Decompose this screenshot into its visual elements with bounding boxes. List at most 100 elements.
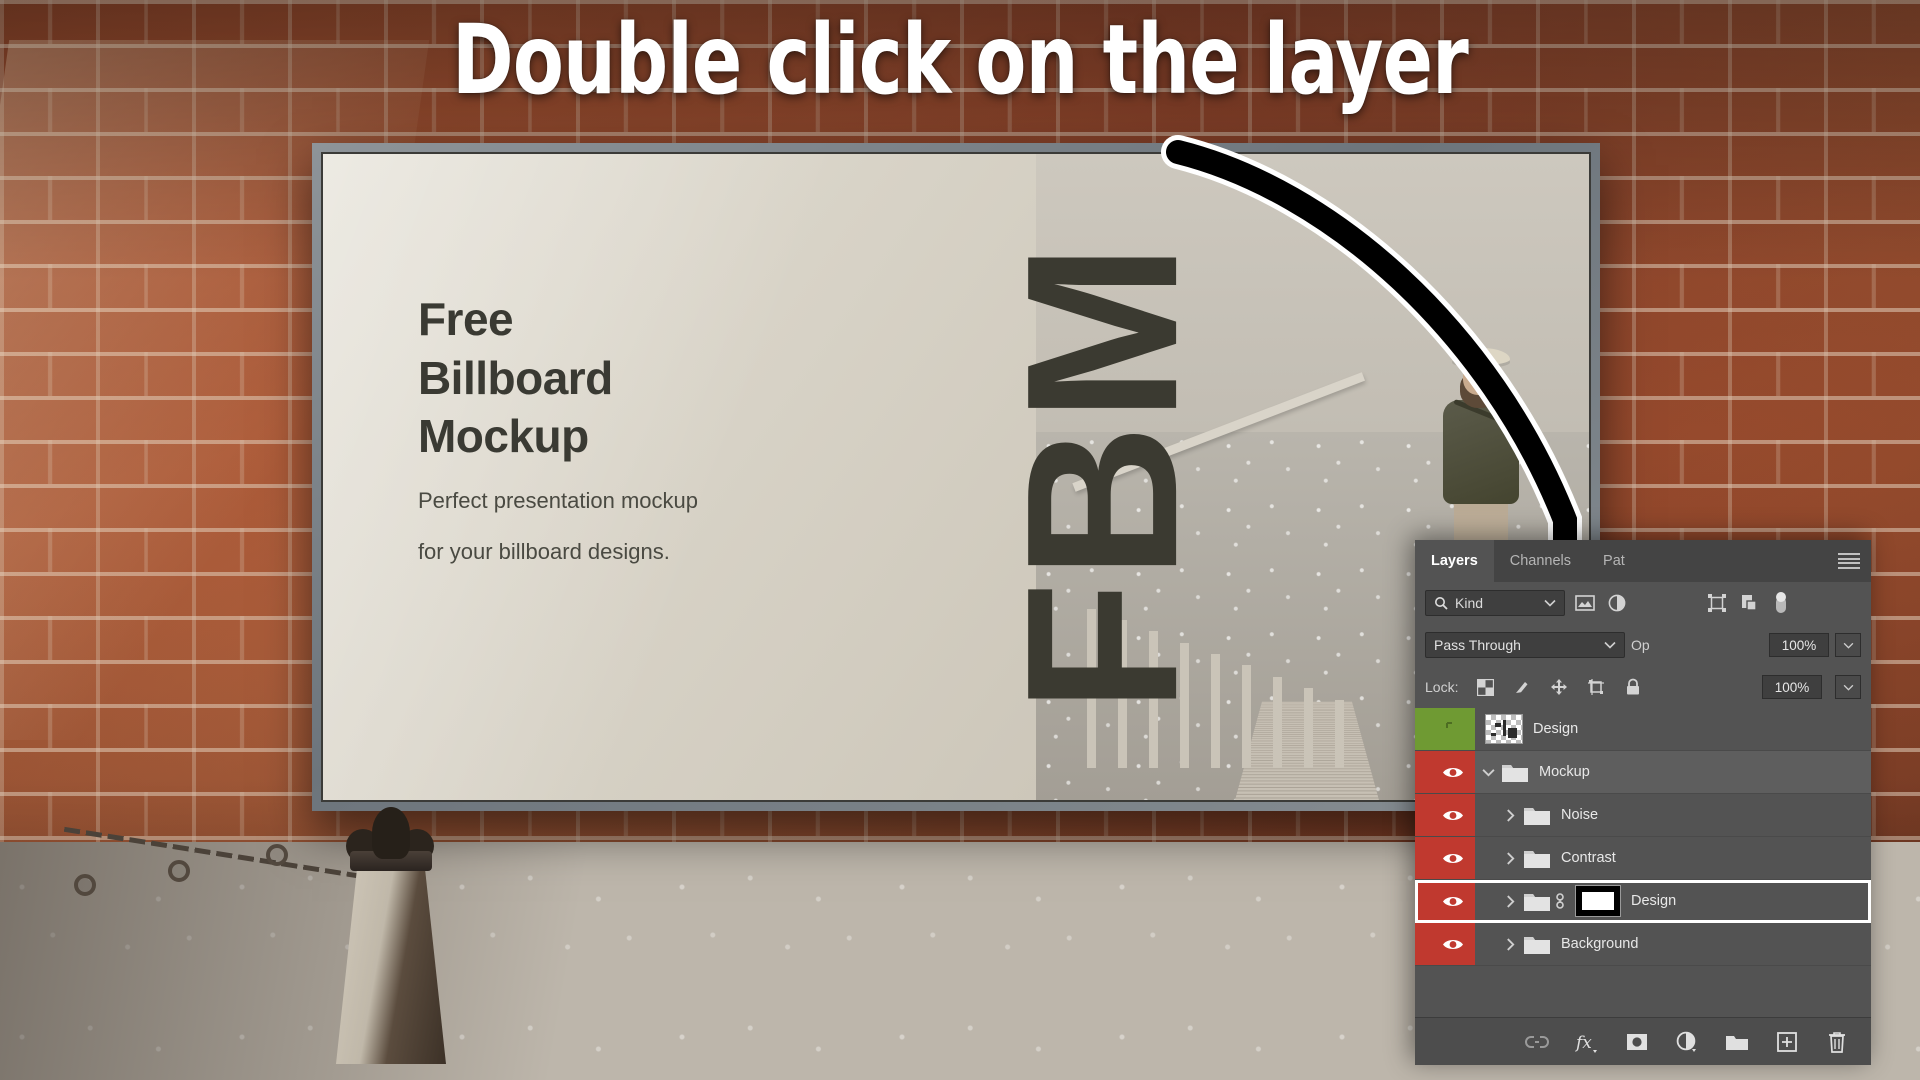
- new-layer-icon[interactable]: [1775, 1030, 1799, 1054]
- layer-row-background[interactable]: Background: [1415, 923, 1871, 966]
- fill-stepper-chevron-down-icon[interactable]: [1835, 675, 1861, 699]
- person-hat: [1452, 347, 1511, 365]
- tab-channels[interactable]: Channels: [1493, 540, 1588, 582]
- blend-mode-value: Pass Through: [1434, 637, 1521, 653]
- delete-layer-icon[interactable]: [1825, 1030, 1849, 1054]
- folder-icon[interactable]: [1523, 804, 1551, 826]
- smart-object-filter-icon[interactable]: [1737, 592, 1761, 614]
- railing-post: [1272, 676, 1282, 768]
- billboard-monogram: FBM: [980, 241, 1222, 713]
- hamburger-menu-icon[interactable]: [1838, 553, 1860, 569]
- layer-thumbnail-checkerboard[interactable]: [1485, 714, 1523, 744]
- billboard-subtext-line-1: Perfect presentation mockup: [417, 488, 698, 514]
- lock-image-pixels-icon[interactable]: [1510, 676, 1534, 698]
- chain-ring: [168, 860, 190, 882]
- layer-style-fx-icon[interactable]: fx: [1575, 1030, 1599, 1054]
- blend-mode-select[interactable]: Pass Through: [1425, 632, 1625, 658]
- annotation-headline: Double click on the layer: [452, 4, 1469, 116]
- layer-name: Mockup: [1539, 764, 1590, 780]
- opacity-value[interactable]: 100%: [1769, 633, 1829, 657]
- link-layers-icon[interactable]: [1525, 1030, 1549, 1054]
- new-adjustment-layer-icon[interactable]: [1675, 1030, 1699, 1054]
- shape-layer-filter-icon[interactable]: [1705, 592, 1729, 614]
- group-disclosure-collapsed-icon[interactable]: [1497, 937, 1523, 951]
- layer-color-label[interactable]: [1415, 794, 1431, 836]
- billboard-heading-line-1: Free: [417, 292, 514, 345]
- layer-visibility-toggle[interactable]: [1431, 794, 1475, 836]
- fill-value[interactable]: 100%: [1762, 675, 1822, 699]
- filter-toggle-switch-icon[interactable]: [1769, 592, 1793, 614]
- layer-color-label[interactable]: [1415, 923, 1431, 965]
- layer-visibility-toggle[interactable]: [1431, 751, 1475, 793]
- group-disclosure-expanded-icon[interactable]: [1475, 768, 1501, 777]
- layer-visibility-toggle[interactable]: [1431, 708, 1475, 750]
- new-group-icon[interactable]: [1725, 1030, 1749, 1054]
- bollard-body: [336, 839, 446, 1064]
- lock-position-icon[interactable]: [1547, 676, 1571, 698]
- filter-kind-select[interactable]: Kind: [1425, 590, 1565, 616]
- tab-paths[interactable]: Pat: [1587, 540, 1641, 582]
- folder-icon[interactable]: [1501, 761, 1529, 783]
- billboard-inner: FBM Free Billboard Mockup Perfect presen…: [321, 152, 1591, 802]
- tab-layers[interactable]: Layers: [1415, 540, 1494, 582]
- folder-icon[interactable]: [1523, 890, 1551, 912]
- link-icon[interactable]: [1551, 891, 1569, 911]
- layer-list[interactable]: Design Mockup Noise Contrast Design Back…: [1415, 708, 1871, 966]
- layer-row-design-top[interactable]: Design: [1415, 708, 1871, 751]
- layer-visibility-toggle[interactable]: [1431, 837, 1475, 879]
- opacity-label: Op: [1631, 637, 1650, 653]
- layer-name: Design: [1631, 893, 1677, 909]
- lock-transparent-pixels-icon[interactable]: [1473, 676, 1497, 698]
- photo-person: [1436, 347, 1528, 564]
- opacity-stepper-chevron-down-icon[interactable]: [1835, 633, 1861, 657]
- layer-visibility-toggle[interactable]: [1431, 923, 1475, 965]
- folder-icon[interactable]: [1523, 933, 1551, 955]
- layer-name: Background: [1561, 936, 1639, 952]
- lock-row[interactable]: Lock: 100%: [1415, 666, 1871, 708]
- layers-panel[interactable]: Layers Channels Pat Kind Pass Through Op…: [1415, 540, 1871, 1065]
- bollard-finial: [372, 807, 410, 859]
- group-disclosure-collapsed-icon[interactable]: [1497, 851, 1523, 865]
- layer-color-label[interactable]: [1415, 837, 1431, 879]
- layer-color-label[interactable]: [1415, 708, 1431, 750]
- svg-text:fx: fx: [1575, 1033, 1592, 1053]
- group-disclosure-collapsed-icon[interactable]: [1497, 894, 1523, 908]
- panel-tab-bar[interactable]: Layers Channels Pat: [1415, 540, 1871, 582]
- adjustment-layer-filter-icon[interactable]: [1605, 592, 1629, 614]
- layer-filter-row[interactable]: Kind: [1415, 582, 1871, 624]
- layer-row-noise[interactable]: Noise: [1415, 794, 1871, 837]
- chevron-down-icon: [1544, 599, 1556, 607]
- layer-name: Contrast: [1561, 850, 1616, 866]
- layer-visibility-toggle[interactable]: [1431, 880, 1475, 922]
- railing-post: [1303, 688, 1313, 768]
- chevron-down-icon: [1604, 641, 1616, 649]
- billboard: FBM Free Billboard Mockup Perfect presen…: [312, 143, 1600, 811]
- layer-row-mockup[interactable]: Mockup: [1415, 751, 1871, 794]
- tab-layers-label: Layers: [1431, 553, 1478, 569]
- eye-icon: [1443, 939, 1463, 949]
- lock-all-icon[interactable]: [1621, 676, 1645, 698]
- tab-channels-label: Channels: [1509, 553, 1572, 569]
- pixel-layer-filter-icon[interactable]: [1573, 592, 1597, 614]
- folder-icon[interactable]: [1523, 847, 1551, 869]
- layer-mask-thumbnail[interactable]: [1575, 885, 1621, 917]
- lock-label: Lock:: [1425, 679, 1459, 695]
- tab-paths-label: Pat: [1603, 553, 1625, 569]
- blend-mode-row[interactable]: Pass Through Op 100%: [1415, 624, 1871, 666]
- billboard-copy: Free Billboard Mockup Perfect presentati…: [418, 290, 698, 567]
- layer-row-contrast[interactable]: Contrast: [1415, 837, 1871, 880]
- add-layer-mask-icon[interactable]: [1625, 1030, 1649, 1054]
- group-disclosure-collapsed-icon[interactable]: [1497, 808, 1523, 822]
- lock-artboard-nesting-icon[interactable]: [1584, 676, 1608, 698]
- eye-icon: [1443, 896, 1463, 906]
- person-torso: [1443, 399, 1520, 504]
- chain-ring: [74, 874, 96, 896]
- empty-visibility-icon: [1446, 722, 1452, 728]
- layer-color-label[interactable]: [1415, 751, 1431, 793]
- layer-row-design-masked[interactable]: Design: [1415, 880, 1871, 923]
- layer-color-label[interactable]: [1415, 880, 1431, 922]
- layer-name: Design: [1533, 721, 1579, 737]
- filter-kind-label: Kind: [1455, 595, 1484, 611]
- panel-bottom-toolbar[interactable]: fx: [1415, 1017, 1871, 1065]
- eye-icon: [1443, 810, 1463, 820]
